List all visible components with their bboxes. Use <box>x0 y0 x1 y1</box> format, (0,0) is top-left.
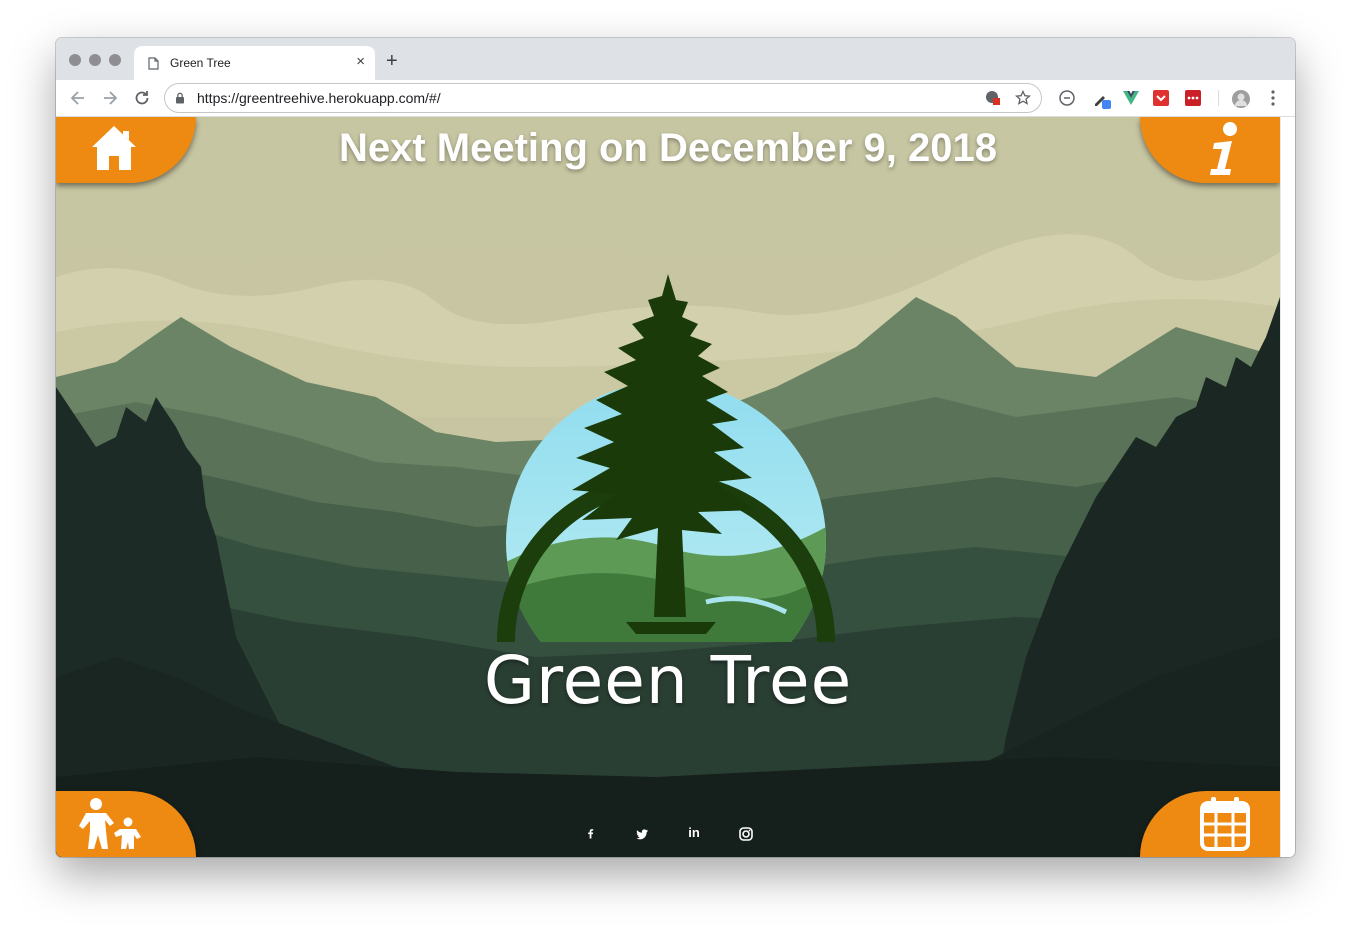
tab-title: Green Tree <box>170 56 231 70</box>
lastpass-extension-icon[interactable] <box>1184 89 1202 107</box>
brand-wordmark: Green Tree <box>483 642 853 719</box>
lock-icon <box>176 92 184 104</box>
scrollbar-gutter <box>1280 117 1295 857</box>
address-bar[interactable]: https://greentreehive.herokuapp.com/#/ <box>164 83 1042 113</box>
parent-child-icon <box>79 798 141 849</box>
extension-circle-icon[interactable] <box>1058 89 1076 107</box>
pocket-extension-icon[interactable] <box>1152 89 1170 107</box>
browser-toolbar: https://greentreehive.herokuapp.com/#/ <box>56 80 1295 117</box>
social-links: in <box>574 822 774 846</box>
page-icon <box>148 57 159 70</box>
new-tab-button[interactable]: + <box>386 51 398 71</box>
close-window-button[interactable] <box>69 54 81 66</box>
tab-strip: Green Tree × + <box>56 38 1295 80</box>
maximize-window-button[interactable] <box>109 54 121 66</box>
home-icon <box>92 126 136 170</box>
calendar-icon <box>1200 797 1250 851</box>
browser-window: Green Tree × + https://greentreehive.her… <box>56 38 1295 857</box>
forward-arrow-icon[interactable] <box>100 88 120 108</box>
menu-kebab-icon[interactable] <box>1266 89 1280 107</box>
facebook-icon[interactable] <box>578 822 602 846</box>
twitter-icon[interactable] <box>630 822 654 846</box>
toolbar-divider <box>1218 90 1219 106</box>
blocked-content-icon[interactable] <box>985 90 1001 106</box>
info-icon <box>1210 122 1237 175</box>
tab-close-icon[interactable]: × <box>356 53 365 71</box>
minimize-window-button[interactable] <box>89 54 101 66</box>
url-text: https://greentreehive.herokuapp.com/#/ <box>197 90 441 106</box>
bookmark-star-icon[interactable] <box>1015 90 1031 106</box>
green-tree-logo <box>497 274 835 642</box>
next-meeting-headline: Next Meeting on December 9, 2018 <box>338 126 998 170</box>
eyedropper-extension-icon[interactable] <box>1092 89 1112 109</box>
linkedin-icon[interactable]: in <box>682 826 706 850</box>
profile-avatar[interactable] <box>1231 89 1251 109</box>
back-arrow-icon[interactable] <box>68 88 88 108</box>
reload-icon[interactable] <box>132 88 152 108</box>
vue-devtools-icon[interactable] <box>1122 89 1140 107</box>
tab-green-tree[interactable]: Green Tree × <box>134 46 375 80</box>
page-viewport: Next Meeting on December 9, 2018 Green T… <box>56 117 1280 857</box>
instagram-icon[interactable] <box>734 822 758 846</box>
